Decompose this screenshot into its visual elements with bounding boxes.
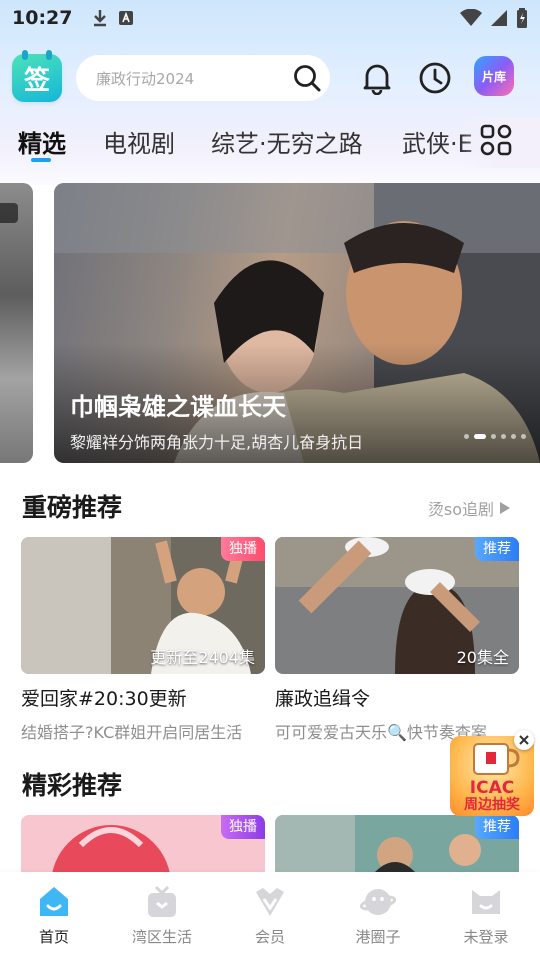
pagination-dot [491,434,496,439]
pagination-dot-active [474,434,486,439]
card-description: 结婚搭子?KC群姐开启同居生活 [21,723,243,742]
nav-label: 港圈子 [355,928,401,946]
search-icon[interactable] [292,63,322,93]
section-title-heavy: 重磅推荐 [22,493,123,522]
ad-text-secondary: 周边抽奖 [464,797,520,813]
section-more-link[interactable]: 烫so追剧 [428,496,510,520]
pagination-dot [511,434,516,439]
video-card[interactable]: 独播 更新至2404集 爱回家#20:30更新 结婚搭子?KC群姐开启同居生活 [21,537,265,743]
more-label: 烫so追剧 [427,500,494,519]
search-placeholder: 廉政行动2024 [96,69,195,88]
category-tabs: 精选 电视剧 综艺·无穷之路 武侠·E [0,118,540,168]
card-title: 爱回家#20:30更新 [21,688,187,710]
wifi-icon [460,9,482,26]
nav-profile[interactable]: 未登录 [432,872,540,960]
tab-variety[interactable]: 综艺·无穷之路 [211,124,363,159]
video-thumbnail: 独播 [21,815,265,872]
nav-membership[interactable]: 会员 [216,872,324,960]
battery-icon [517,8,527,28]
nav-label: 未登录 [463,928,509,946]
nav-hk-circle[interactable]: 港圈子 [324,872,432,960]
profile-icon [472,890,500,914]
vip-icon [256,888,284,916]
history-clock-icon[interactable] [418,61,452,95]
signal-icon [491,10,507,26]
banner-subtitle: 黎耀祥分饰两角张力十足,胡杏儿奋身抗日 [70,433,364,452]
status-bar: 10:27 [0,0,540,36]
tab-featured[interactable]: 精选 [18,124,66,159]
exclusive-badge: 独播 [221,537,265,561]
banner-title: 巾帼枭雄之谍血长天 [70,393,286,421]
text-a-icon [119,11,134,25]
card-title: 廉政追缉令 [275,688,371,710]
library-label: 片库 [481,69,506,84]
video-thumbnail: 推荐 20集全 [275,537,519,674]
status-time: 10:27 [12,7,73,29]
nav-label: 会员 [254,928,285,946]
nav-label: 湾区生活 [131,928,192,946]
floating-ad[interactable]: ICAC 周边抽奖 [446,730,536,816]
episode-count: 更新至2404集 [150,648,255,667]
recommend-badge: 推荐 [475,537,519,561]
nav-label: 首页 [38,928,69,946]
sign-label: 签 [23,65,50,96]
video-card[interactable]: 推荐 [275,815,519,872]
tv-icon [148,885,176,917]
recommend-badge: 推荐 [475,815,519,839]
download-icon [94,10,107,27]
close-icon[interactable] [514,730,534,750]
library-button[interactable]: 片库 [474,56,514,96]
banner-pagination [464,434,526,439]
home-icon [40,887,68,916]
banner-previous-slide[interactable] [0,183,33,463]
video-card[interactable]: 独播 [21,815,265,872]
pagination-dot [501,434,506,439]
tab-indicator [31,158,51,162]
all-categories-icon[interactable] [480,124,512,156]
exclusive-badge: 独播 [221,815,265,839]
video-thumbnail: 独播 更新至2404集 [21,537,265,674]
section-title-featured: 精彩推荐 [22,771,123,800]
sign-in-button[interactable]: 签 [12,50,62,102]
video-card[interactable]: 推荐 20集全 廉政追缉令 可可爱爱古天乐🔍快节奏查案 [275,537,519,743]
planet-icon [360,889,396,915]
bottom-navigation: 首页 湾区生活 会员 港圈子 未登录 [0,872,540,960]
video-thumbnail: 推荐 [275,815,519,872]
tab-tv-drama[interactable]: 电视剧 [103,124,175,159]
bell-icon[interactable] [360,61,394,95]
nav-bay-area-life[interactable]: 湾区生活 [108,872,216,960]
pagination-dot [464,434,469,439]
play-triangle-icon [500,502,510,514]
pagination-dot [521,434,526,439]
top-header: 签 廉政行动2024 片库 [0,50,540,104]
episode-count: 20集全 [456,648,509,667]
search-bar[interactable]: 廉政行动2024 [76,55,330,101]
nav-home[interactable]: 首页 [0,872,108,960]
hero-banner[interactable]: 巾帼枭雄之谍血长天 黎耀祥分饰两角张力十足,胡杏儿奋身抗日 [54,183,540,463]
